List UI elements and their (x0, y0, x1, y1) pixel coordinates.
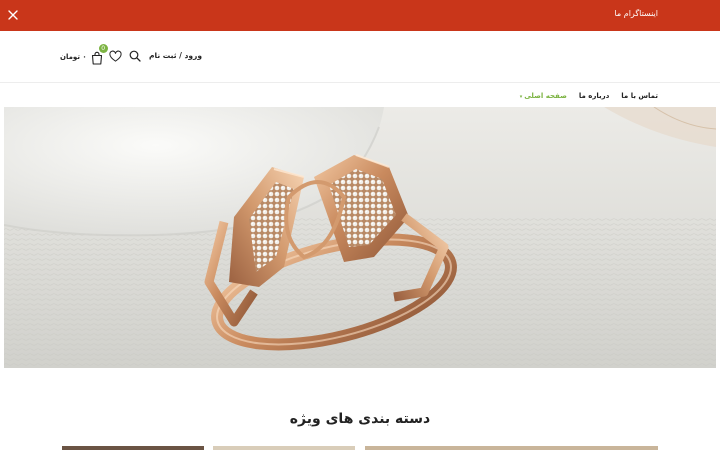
category-card[interactable] (213, 446, 355, 450)
login-register-link[interactable]: ورود / ثبت نام (149, 51, 202, 60)
site-header: ۰ تومان 0 ورود / ثبت نام (0, 31, 720, 83)
search-icon[interactable] (129, 50, 141, 62)
category-card[interactable] (365, 446, 658, 450)
category-card[interactable] (62, 446, 204, 450)
instagram-link[interactable]: اینستاگرام ما (614, 9, 658, 18)
announcement-bar: اینستاگرام ما (0, 0, 720, 31)
cart-total: ۰ تومان (60, 53, 87, 61)
chevron-down-icon: ▾ (519, 94, 523, 100)
cart-button[interactable]: ۰ تومان 0 (60, 44, 108, 65)
main-nav: صفحه اصلی▾ درباره ما تماس با ما (520, 90, 658, 102)
nav-item-home-label: صفحه اصلی (524, 92, 567, 100)
hero-banner[interactable] (4, 107, 716, 368)
nav-item-home[interactable]: صفحه اصلی▾ (520, 92, 567, 100)
nav-item-about[interactable]: درباره ما (579, 92, 609, 100)
nav-item-contact[interactable]: تماس با ما (621, 92, 658, 100)
hero-image (4, 107, 716, 368)
featured-categories-title: دسته بندی های ویژه (289, 411, 431, 427)
heart-icon[interactable] (109, 50, 122, 63)
close-icon[interactable] (6, 8, 20, 22)
cart-icon: 0 (90, 44, 108, 65)
cart-count-badge: 0 (98, 44, 108, 53)
